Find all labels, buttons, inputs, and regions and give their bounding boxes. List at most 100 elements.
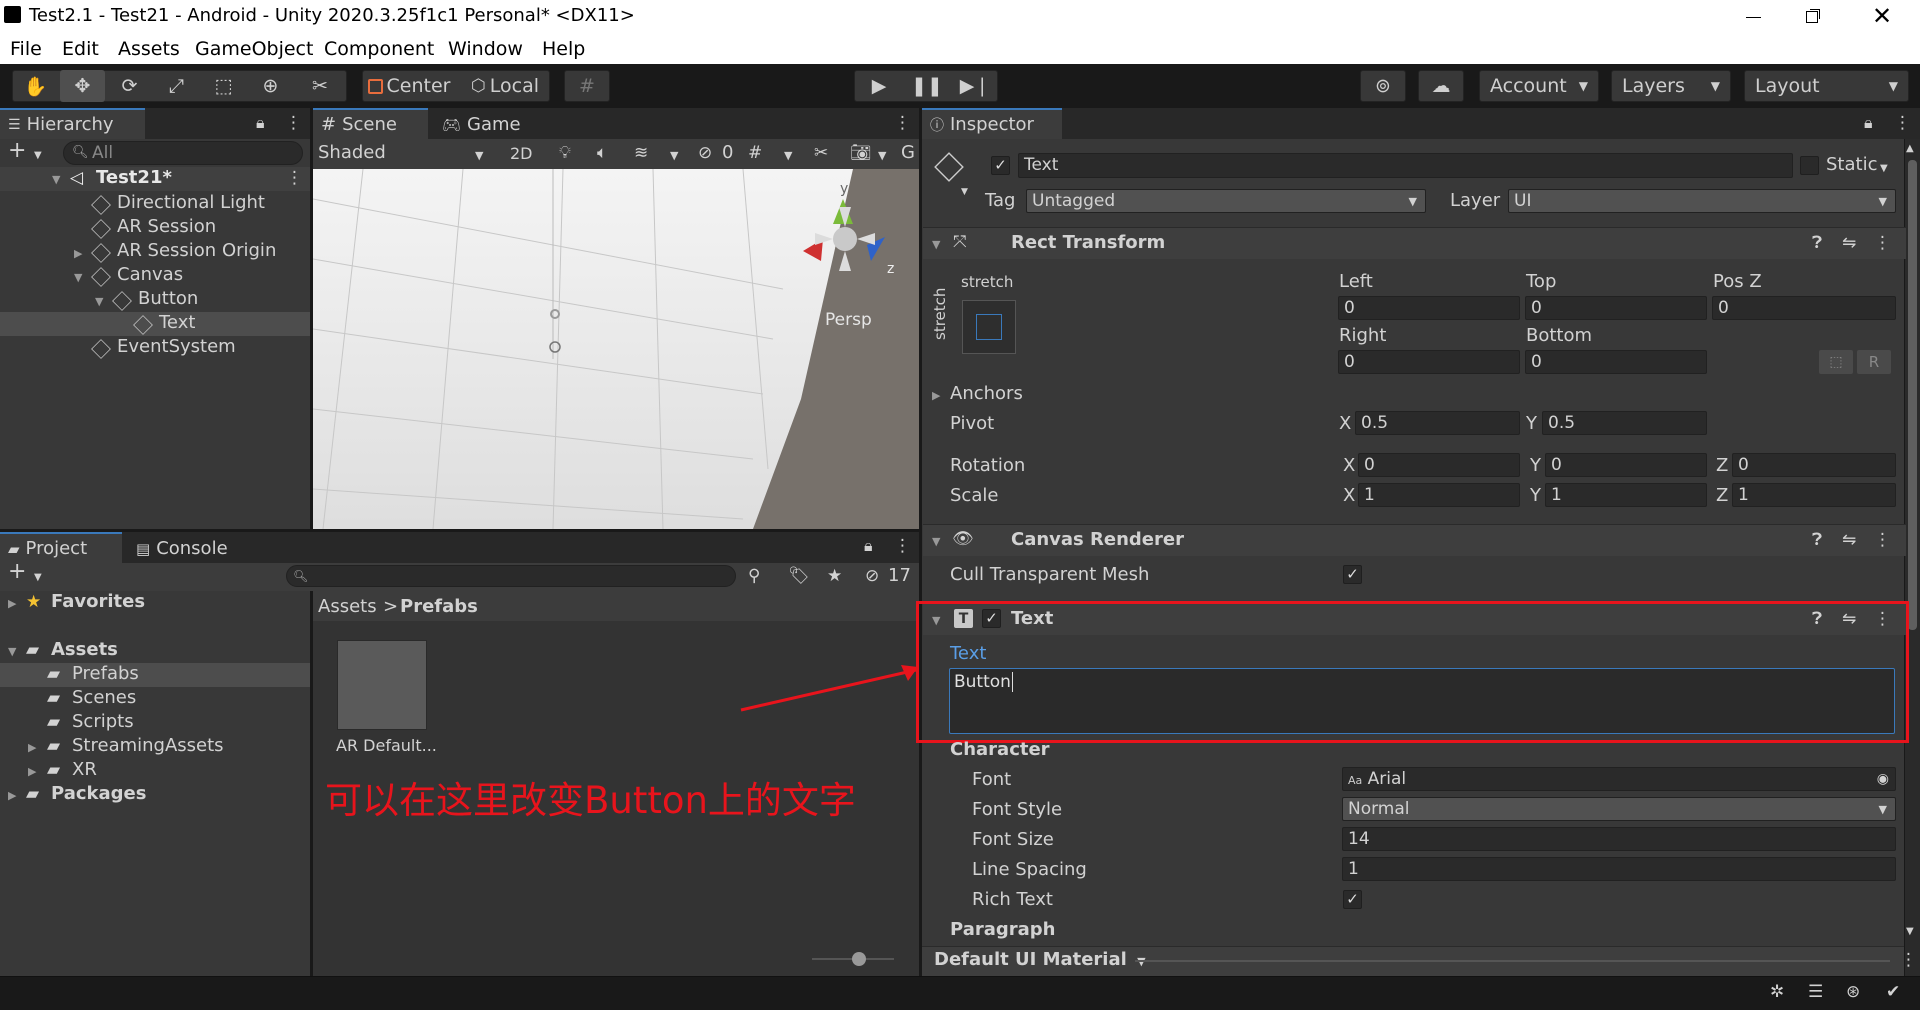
blueprint-mode-button[interactable]: ⬚ bbox=[1819, 350, 1853, 374]
tree-folder-prefabs[interactable]: Prefabs bbox=[72, 664, 139, 684]
help-icon[interactable]: ❓︎ bbox=[1812, 233, 1822, 253]
hierarchy-scene-name[interactable]: Test21* bbox=[96, 168, 172, 188]
scale-y-input[interactable]: 1 bbox=[1545, 483, 1707, 507]
lighting-toggle-icon[interactable]: 💡︎ bbox=[559, 143, 571, 163]
help-icon[interactable]: ❓︎ bbox=[1812, 530, 1822, 550]
lock-icon[interactable]: 🔒︎ bbox=[864, 536, 873, 556]
menu-window[interactable]: Window bbox=[448, 38, 523, 60]
layout-dropdown[interactable]: Layout ▼ bbox=[1744, 70, 1909, 102]
expand-triangle-icon[interactable]: ▶ bbox=[8, 789, 16, 802]
posz-input[interactable]: 0 bbox=[1712, 296, 1896, 320]
rotation-z-input[interactable]: 0 bbox=[1732, 453, 1896, 477]
scroll-up-icon[interactable]: ▲ bbox=[1906, 139, 1914, 159]
camera-icon[interactable]: 📷︎ bbox=[850, 143, 872, 163]
check-circle-icon[interactable]: ✔ bbox=[1886, 982, 1900, 1002]
orientation-gizmo[interactable] bbox=[793, 179, 913, 289]
expand-triangle-icon[interactable]: ▼ bbox=[95, 295, 103, 308]
tree-folder-streamingassets[interactable]: StreamingAssets bbox=[72, 736, 224, 756]
account-dropdown[interactable]: Account ▼ bbox=[1479, 70, 1599, 102]
tree-folder-scenes[interactable]: Scenes bbox=[72, 688, 136, 708]
zoom-slider-thumb[interactable] bbox=[852, 952, 866, 966]
layers-dropdown[interactable]: Layers ▼ bbox=[1611, 70, 1731, 102]
filter-type-icon[interactable]: ⚲ bbox=[748, 566, 760, 586]
toggle-2d-button[interactable]: 2D bbox=[510, 144, 533, 164]
tag-dropdown[interactable]: Untagged ▼ bbox=[1026, 189, 1426, 213]
expand-triangle-icon[interactable]: ▶ bbox=[28, 741, 36, 754]
kebab-menu-icon[interactable]: ⋮ bbox=[286, 168, 303, 188]
expand-triangle-icon[interactable]: ▶ bbox=[8, 597, 16, 610]
hierarchy-item-ar-session[interactable]: AR Session bbox=[117, 217, 216, 237]
expand-triangle-icon[interactable]: ▶ bbox=[28, 765, 36, 778]
menu-edit[interactable]: Edit bbox=[62, 38, 99, 60]
gizmos-dropdown[interactable]: G bbox=[901, 143, 915, 163]
rich-text-checkbox[interactable]: ✓ bbox=[1343, 890, 1362, 909]
lock-icon[interactable]: 🔒︎ bbox=[1864, 113, 1873, 133]
rect-tool-icon[interactable]: ⬚ bbox=[201, 70, 246, 102]
expand-triangle-icon[interactable]: ▶ bbox=[932, 389, 940, 402]
play-button[interactable]: ▶ bbox=[856, 70, 902, 102]
left-input[interactable]: 0 bbox=[1338, 296, 1520, 320]
breadcrumb-assets[interactable]: Assets bbox=[318, 597, 377, 617]
hierarchy-selected-row[interactable] bbox=[0, 312, 310, 336]
chevron-down-icon[interactable]: ▼ bbox=[34, 146, 42, 166]
custom-tool-icon[interactable]: ✂ bbox=[295, 70, 345, 102]
shading-mode-dropdown[interactable]: Shaded ▼ bbox=[318, 143, 493, 163]
cloud-icon[interactable]: ☁ bbox=[1418, 70, 1464, 102]
menu-help[interactable]: Help bbox=[542, 38, 585, 60]
add-icon[interactable]: + bbox=[8, 561, 26, 583]
kebab-menu-icon[interactable]: ⋮ bbox=[1900, 950, 1917, 970]
tree-favorites[interactable]: Favorites bbox=[51, 592, 145, 612]
favorite-star-icon[interactable]: ★ bbox=[827, 566, 842, 586]
menu-assets[interactable]: Assets bbox=[118, 38, 180, 60]
tools-icon[interactable]: ✂ bbox=[814, 143, 828, 163]
scale-x-input[interactable]: 1 bbox=[1358, 483, 1520, 507]
chevron-down-icon[interactable]: ▼ bbox=[878, 146, 886, 166]
label-tag-icon[interactable]: 🏷︎ bbox=[788, 566, 810, 586]
effects-toggle-icon[interactable]: ≋ bbox=[634, 143, 648, 163]
layer-dropdown[interactable]: UI ▼ bbox=[1508, 189, 1896, 213]
tab-hierarchy[interactable]: ☰ Hierarchy bbox=[0, 108, 145, 139]
line-spacing-input[interactable]: 1 bbox=[1342, 857, 1896, 881]
hierarchy-item-canvas[interactable]: Canvas bbox=[117, 265, 183, 285]
project-search-input[interactable] bbox=[286, 565, 736, 587]
bottom-input[interactable]: 0 bbox=[1525, 350, 1707, 374]
expand-triangle-icon[interactable]: ▼ bbox=[52, 173, 60, 186]
expand-triangle-icon[interactable]: ▼ bbox=[74, 271, 82, 284]
breadcrumb-prefabs[interactable]: Prefabs bbox=[400, 597, 478, 617]
lock-icon[interactable]: 🔒︎ bbox=[256, 113, 265, 133]
pause-button[interactable]: ❚❚ bbox=[904, 70, 950, 102]
grid-toggle-icon[interactable]: # bbox=[748, 143, 762, 163]
kebab-menu-icon[interactable]: ⋮ bbox=[1894, 113, 1911, 133]
database-icon[interactable]: ☰ bbox=[1808, 982, 1823, 1002]
asset-thumbnail[interactable] bbox=[337, 640, 427, 730]
hierarchy-item-button[interactable]: Button bbox=[138, 289, 198, 309]
kebab-menu-icon[interactable]: ⋮ bbox=[894, 536, 911, 556]
rotation-y-input[interactable]: 0 bbox=[1545, 453, 1707, 477]
hierarchy-item-eventsystem[interactable]: EventSystem bbox=[117, 337, 236, 357]
scroll-down-icon[interactable]: ▼ bbox=[1906, 922, 1914, 942]
collapse-triangle-icon[interactable]: ▼ bbox=[932, 535, 940, 548]
hierarchy-item-ar-session-origin[interactable]: AR Session Origin bbox=[117, 241, 276, 261]
maximize-button[interactable] bbox=[1792, 4, 1832, 30]
preset-settings-icon[interactable]: ⇋ bbox=[1842, 233, 1856, 253]
chevron-down-icon[interactable]: ▼ bbox=[961, 182, 968, 202]
asset-item-label[interactable]: AR Default... bbox=[336, 736, 437, 756]
scale-z-input[interactable]: 1 bbox=[1732, 483, 1896, 507]
hierarchy-item-text[interactable]: Text bbox=[159, 313, 195, 333]
tree-assets[interactable]: Assets bbox=[51, 640, 118, 660]
rotation-x-input[interactable]: 0 bbox=[1358, 453, 1520, 477]
tab-inspector[interactable]: ⓘ Inspector bbox=[922, 108, 1062, 139]
tab-scene[interactable]: # Scene bbox=[313, 108, 428, 139]
perspective-label[interactable]: Persp bbox=[825, 310, 872, 330]
audio-toggle-icon[interactable]: 🔈︎ bbox=[597, 143, 607, 163]
kebab-menu-icon[interactable]: ⋮ bbox=[1874, 530, 1891, 550]
kebab-menu-icon[interactable]: ⋮ bbox=[894, 113, 911, 133]
chevron-down-icon[interactable]: ▼ bbox=[784, 146, 792, 166]
font-style-dropdown[interactable]: Normal ▼ bbox=[1342, 797, 1896, 821]
right-input[interactable]: 0 bbox=[1338, 350, 1520, 374]
scale-tool-icon[interactable]: ⤢ bbox=[154, 70, 199, 102]
material-dropdown[interactable]: Default UI Material ▼ bbox=[934, 950, 1146, 972]
move-tool-icon[interactable]: ✥ bbox=[60, 70, 105, 102]
minimize-button[interactable] bbox=[1733, 4, 1773, 30]
menu-gameobject[interactable]: GameObject bbox=[195, 38, 313, 60]
